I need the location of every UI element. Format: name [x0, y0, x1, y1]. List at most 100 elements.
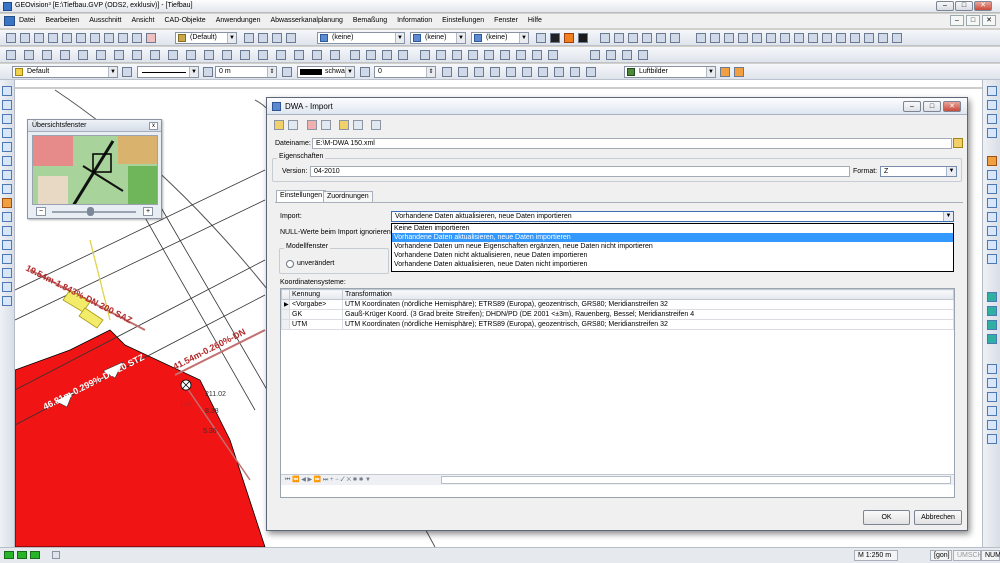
edit-4-icon[interactable] — [398, 50, 408, 60]
pan-icon[interactable] — [987, 240, 997, 250]
zoom-previous-icon[interactable] — [987, 212, 997, 222]
menu-bearbeiten[interactable]: Bearbeiten — [45, 17, 79, 24]
dialog-minimize-button[interactable]: – — [903, 101, 921, 112]
table-row[interactable]: ▶ <Vorgabe> UTM Koordinaten (nördliche H… — [281, 299, 954, 310]
delete-icon[interactable] — [307, 120, 317, 130]
redraw-icon[interactable] — [987, 254, 997, 264]
cell-transformation[interactable]: UTM Koordinaten (nördliche Hemisphäre); … — [342, 319, 954, 330]
chevron-down-icon[interactable]: ▼ — [519, 33, 528, 43]
hatch-tool-icon[interactable] — [312, 50, 322, 60]
display-6-icon[interactable] — [522, 67, 532, 77]
save-icon[interactable] — [34, 33, 44, 43]
menu-hilfe[interactable]: Hilfe — [528, 17, 542, 24]
delete-icon[interactable] — [146, 33, 156, 43]
info-1-icon[interactable] — [590, 50, 600, 60]
orange-square-icon[interactable] — [564, 33, 574, 43]
open-icon[interactable] — [274, 120, 284, 130]
layer-combo-3[interactable]: (keine) ▼ — [471, 32, 529, 44]
dropdown-option[interactable]: Vorhandene Daten aktualisieren, neue Dat… — [392, 260, 953, 269]
row-selector-icon[interactable]: ▶ — [281, 299, 290, 310]
dialog-maximize-button[interactable]: □ — [923, 101, 941, 112]
zoom-window-icon[interactable] — [987, 156, 997, 166]
preview-icon[interactable] — [371, 120, 381, 130]
menu-ansicht[interactable]: Ansicht — [132, 17, 155, 24]
header-kennung[interactable]: Kennung — [289, 289, 343, 300]
edit-2-icon[interactable] — [366, 50, 376, 60]
view-3-icon[interactable] — [724, 33, 734, 43]
import-select[interactable]: Vorhandene Daten aktualisieren, neue Dat… — [391, 211, 954, 222]
arrow-up-icon[interactable] — [987, 292, 997, 302]
cell-kennung[interactable]: UTM — [289, 319, 343, 330]
color-settings-icon[interactable] — [360, 67, 370, 77]
new-file-icon[interactable] — [6, 33, 16, 43]
display-9-icon[interactable] — [570, 67, 580, 77]
point-icon[interactable] — [96, 50, 106, 60]
open-file-icon[interactable] — [20, 33, 30, 43]
info-2-icon[interactable] — [606, 50, 616, 60]
maximize-button[interactable]: □ — [955, 1, 973, 11]
chevron-down-icon[interactable]: ▼ — [706, 67, 715, 77]
menu-bemassung[interactable]: Bemaßung — [353, 17, 387, 24]
edit-f-icon[interactable] — [987, 434, 997, 444]
tool-14-icon[interactable] — [2, 282, 12, 292]
curve-icon[interactable] — [78, 50, 88, 60]
zoom-in-button[interactable]: + — [143, 207, 153, 216]
refresh-icon[interactable] — [132, 33, 142, 43]
folder-icon[interactable] — [353, 120, 363, 130]
sewer-1-icon[interactable] — [420, 50, 430, 60]
tool-1-icon[interactable] — [2, 86, 12, 96]
tool-15-icon[interactable] — [2, 296, 12, 306]
undo-icon[interactable] — [104, 33, 114, 43]
horizontal-scrollbar[interactable] — [441, 476, 951, 484]
nav-2-icon[interactable] — [987, 100, 997, 110]
display-10-icon[interactable] — [586, 67, 596, 77]
display-2-icon[interactable] — [458, 67, 468, 77]
chevron-down-icon[interactable]: ▼ — [345, 67, 354, 77]
model-unchanged-radio[interactable] — [286, 260, 294, 268]
zoom-slider-thumb[interactable] — [86, 207, 94, 216]
mdi-restore-button[interactable]: □ — [966, 15, 980, 26]
header-transformation[interactable]: Transformation — [342, 289, 954, 300]
menu-ausschnitt[interactable]: Ausschnitt — [89, 17, 121, 24]
redo-icon[interactable] — [118, 33, 128, 43]
angle-field[interactable]: 0 ⇕ — [374, 66, 436, 78]
sewer-5-icon[interactable] — [484, 50, 494, 60]
fill-square-icon[interactable] — [578, 33, 588, 43]
font-settings-icon[interactable] — [122, 67, 132, 77]
tool-6-icon[interactable] — [2, 156, 12, 166]
edit-e-icon[interactable] — [987, 420, 997, 430]
view-1-icon[interactable] — [696, 33, 706, 43]
raster-1-icon[interactable] — [720, 67, 730, 77]
nav-3-icon[interactable] — [987, 114, 997, 124]
zoom-next-icon[interactable] — [987, 226, 997, 236]
view-4-icon[interactable] — [738, 33, 748, 43]
pen-icon[interactable] — [536, 33, 546, 43]
row-selector-icon[interactable] — [281, 319, 290, 330]
view-7-icon[interactable] — [780, 33, 790, 43]
zoom-icon[interactable] — [670, 33, 680, 43]
sewer-2-icon[interactable] — [436, 50, 446, 60]
layer-lock-icon[interactable] — [272, 33, 282, 43]
background-combo[interactable]: Luftbilder ▼ — [624, 66, 716, 78]
text-icon[interactable] — [276, 50, 286, 60]
tool-7-icon[interactable] — [2, 170, 12, 180]
cancel-button[interactable]: Abbrechen — [914, 510, 962, 525]
dropdown-option[interactable]: Vorhandene Daten nicht aktualisieren, ne… — [392, 251, 953, 260]
sewer-8-icon[interactable] — [532, 50, 542, 60]
raster-2-icon[interactable] — [734, 67, 744, 77]
zoom-slider[interactable] — [52, 211, 136, 213]
menu-abwasserkanalplanung[interactable]: Abwasserkanalplanung — [270, 17, 342, 24]
view-13-icon[interactable] — [864, 33, 874, 43]
line-icon[interactable] — [24, 50, 34, 60]
chevron-down-icon[interactable]: ▼ — [943, 212, 953, 221]
display-4-icon[interactable] — [490, 67, 500, 77]
arrow-left-icon[interactable] — [987, 306, 997, 316]
view-9-icon[interactable] — [808, 33, 818, 43]
tool-8-icon[interactable] — [2, 184, 12, 194]
navigator-buttons[interactable]: ⏮ ⏪ ◀ ▶ ⏩ ⏭ + − ✓ ✕ ✱ ✱ ▼ — [285, 476, 371, 484]
layer-combo-1[interactable]: (keine) ▼ — [317, 32, 405, 44]
edit-3-icon[interactable] — [382, 50, 392, 60]
display-1-icon[interactable] — [442, 67, 452, 77]
layer-select-icon[interactable] — [286, 33, 296, 43]
row-selector-icon[interactable] — [281, 309, 290, 320]
